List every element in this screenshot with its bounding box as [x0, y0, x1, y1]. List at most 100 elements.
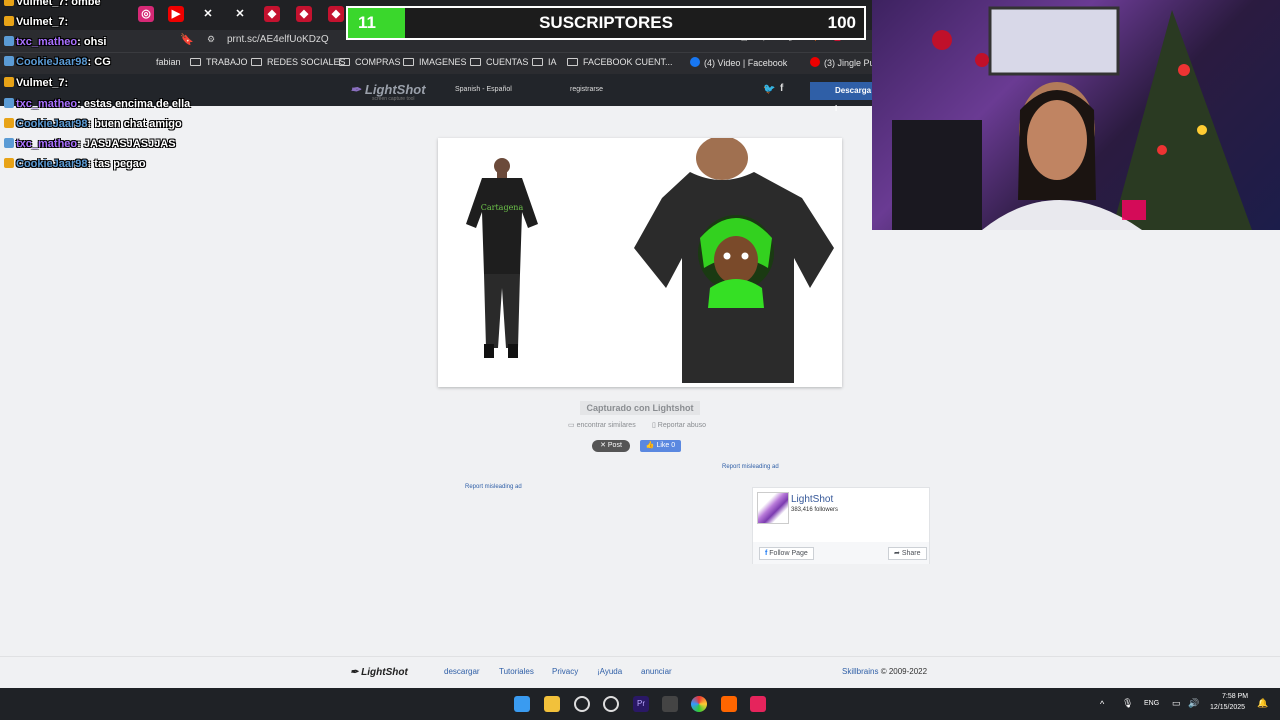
- find-similar-link[interactable]: ▭ encontrar similares: [568, 421, 636, 429]
- folder-icon: [567, 58, 578, 66]
- subscriber-label: SUSCRIPTORES: [539, 13, 673, 32]
- site-settings-icon[interactable]: ⚙: [207, 34, 215, 45]
- bookmark-facebook-video[interactable]: (4) Video | Facebook: [690, 57, 787, 68]
- chat-message: CookieJaar98: buen chat amigo: [4, 118, 182, 130]
- badge-icon: [4, 158, 14, 168]
- subscriber-goal: 100: [827, 13, 856, 32]
- twitter-icon[interactable]: 🐦: [763, 84, 775, 95]
- app-icon[interactable]: [662, 696, 678, 712]
- feather-icon: ✒: [350, 82, 361, 97]
- footer-link-help[interactable]: ¡Ayuda: [597, 667, 622, 676]
- chat-message: Vulmet_7: ombe: [4, 0, 101, 8]
- youtube-tab-icon[interactable]: ▶: [168, 6, 184, 22]
- chrome-icon[interactable]: [691, 696, 707, 712]
- badge-icon: [4, 77, 14, 87]
- microphone-icon[interactable]: 🎙: [1122, 698, 1133, 709]
- obs-icon[interactable]: [574, 696, 590, 712]
- folder-icon: [403, 58, 414, 66]
- facebook-page-widget: LightShot 383,416 followers f Follow Pag…: [752, 487, 930, 564]
- bookmark-ia[interactable]: IA: [532, 57, 557, 67]
- brave-icon[interactable]: [721, 696, 737, 712]
- webcam-overlay: [872, 0, 1280, 230]
- app-icon[interactable]: [603, 696, 619, 712]
- network-icon[interactable]: ▭: [1172, 698, 1181, 709]
- bookmark-redes-sociales[interactable]: REDES SOCIALES: [251, 57, 346, 67]
- footer-copyright: Skillbrains © 2009-2022: [842, 667, 928, 676]
- download-button[interactable]: Descarga l: [810, 82, 872, 113]
- premiere-icon[interactable]: Pr: [633, 696, 649, 712]
- bookmarks-bar: fabian TRABAJO REDES SOCIALES COMPRAS IM…: [0, 52, 880, 74]
- bookmark-fabian[interactable]: fabian: [156, 57, 181, 67]
- badge-icon: [4, 16, 14, 26]
- volume-icon[interactable]: 🔊: [1188, 698, 1199, 709]
- chat-message: CookieJaar98: CG: [4, 56, 111, 68]
- windows-start-icon[interactable]: [514, 696, 530, 712]
- x-post-button[interactable]: ✕ Post: [592, 440, 630, 452]
- badge-icon: [4, 36, 14, 46]
- shirt-front-text: Cartagena: [481, 203, 524, 212]
- lightshot-footer: ✒ LightShot descargar Tutoriales Privacy…: [0, 656, 1280, 688]
- bookmark-trabajo[interactable]: TRABAJO: [190, 57, 248, 67]
- register-link[interactable]: registrarse: [570, 86, 603, 93]
- share-button[interactable]: ➦ Share: [888, 547, 927, 560]
- facebook-icon[interactable]: f: [780, 83, 783, 94]
- screenshot-image[interactable]: Cartagena: [438, 136, 842, 387]
- lightshot-page-avatar[interactable]: [757, 492, 789, 524]
- lightshot-tagline: screen capture tool: [372, 96, 415, 102]
- chat-message: CookieJaar98: tas pegao: [4, 158, 146, 170]
- footer-link-advertise[interactable]: anunciar: [641, 667, 672, 676]
- language-select[interactable]: Spanish - Español: [455, 86, 512, 93]
- url-field[interactable]: prnt.sc/AE4elfUoKDzQ: [227, 34, 329, 45]
- footer-link-privacy[interactable]: Privacy: [552, 667, 578, 676]
- folder-icon: [190, 58, 201, 66]
- tab-icon[interactable]: ◆: [296, 6, 312, 22]
- badge-icon: [4, 118, 14, 128]
- thumbs-up-icon: 👍: [645, 442, 657, 449]
- clock-time[interactable]: 7:58 PM: [1222, 693, 1248, 700]
- bookmark-jingle[interactable]: (3) Jingle Pun: [810, 57, 880, 68]
- folder-icon: [251, 58, 262, 66]
- file-explorer-icon[interactable]: [544, 696, 560, 712]
- facebook-icon: [690, 57, 700, 67]
- bookmark-facebook-cuentas[interactable]: FACEBOOK CUENT...: [567, 57, 673, 67]
- facebook-like-button[interactable]: 👍 Like 0: [640, 440, 681, 452]
- language-indicator[interactable]: ENG: [1144, 700, 1159, 707]
- folder-icon: [532, 58, 543, 66]
- youtube-icon: [810, 57, 820, 67]
- follow-page-button[interactable]: f Follow Page: [759, 547, 814, 560]
- report-ad-link[interactable]: Report misleading ad: [465, 484, 522, 490]
- subscriber-goal-bar: 11 SUSCRIPTORES 100: [346, 6, 866, 40]
- fb-page-name[interactable]: LightShot: [791, 494, 833, 505]
- skillbrains-link[interactable]: Skillbrains: [842, 667, 878, 676]
- x-tab-icon[interactable]: ✕: [200, 6, 216, 22]
- badge-icon: [4, 138, 14, 148]
- chat-message: txc_matheo: estas encima de ella: [4, 98, 190, 110]
- tshirt-product-image: Cartagena: [466, 136, 834, 383]
- badge-icon: [4, 56, 14, 66]
- chat-message: Vulmet_7:: [4, 77, 68, 89]
- folder-icon: [470, 58, 481, 66]
- bookmark-imagenes[interactable]: IMAGENES: [403, 57, 467, 67]
- footer-logo[interactable]: ✒ LightShot: [350, 667, 408, 678]
- report-abuse-link[interactable]: ▯ Reportar abuso: [652, 421, 706, 429]
- x-icon: ✕: [600, 442, 608, 449]
- footer-link-download[interactable]: descargar: [444, 667, 480, 676]
- bookmark-cuentas[interactable]: CUENTAS: [470, 57, 528, 67]
- report-ad-link[interactable]: Report misleading ad: [722, 464, 779, 470]
- tab-icon[interactable]: ◆: [328, 6, 344, 22]
- badge-icon: [4, 0, 14, 6]
- streamer-webcam-image: [892, 6, 1252, 230]
- footer-link-tutorials[interactable]: Tutoriales: [499, 667, 534, 676]
- tab-icon[interactable]: ◆: [264, 6, 280, 22]
- clock-date[interactable]: 12/15/2025: [1210, 704, 1245, 711]
- capcut-icon[interactable]: [750, 696, 766, 712]
- instagram-tab-icon[interactable]: ◎: [138, 6, 154, 22]
- chat-message: txc_matheo: ohsi: [4, 36, 107, 48]
- x-tab-icon[interactable]: ✕: [232, 6, 248, 22]
- bookmark-compras[interactable]: COMPRAS: [339, 57, 401, 67]
- notification-icon[interactable]: 🔔: [1257, 698, 1268, 709]
- bookmark-icon[interactable]: 🔖: [180, 33, 194, 46]
- chevron-up-icon[interactable]: ^: [1100, 699, 1104, 709]
- image-icon: ▭: [568, 422, 577, 429]
- share-icon: ➦: [894, 550, 902, 557]
